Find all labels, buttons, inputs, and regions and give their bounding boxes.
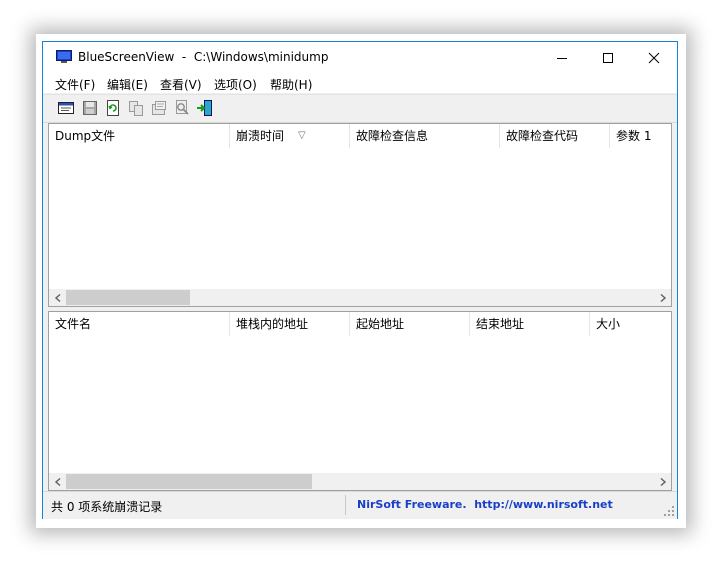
chevron-left-icon <box>54 477 60 486</box>
menu-file[interactable]: 文件(F) <box>55 76 95 93</box>
scroll-left-button[interactable] <box>49 289 66 306</box>
menu-bar: 文件(F) 编辑(E) 查看(V) 选项(O) 帮助(H) <box>43 73 677 93</box>
column-address-in-stack[interactable]: 堆栈内的地址 <box>230 312 350 336</box>
driver-list-pane[interactable]: 文件名 堆栈内的地址 起始地址 结束地址 大小 <box>48 311 672 491</box>
driver-list-header: 文件名 堆栈内的地址 起始地址 结束地址 大小 <box>49 312 671 336</box>
chevron-right-icon <box>660 293 666 302</box>
column-size[interactable]: 大小 <box>590 312 671 336</box>
chevron-left-icon <box>54 293 60 302</box>
maximize-icon <box>603 52 613 63</box>
close-button[interactable] <box>631 42 677 73</box>
crash-list-pane[interactable]: Dump文件 崩溃时间 ▽ 故障检查信息 故障检查代码 参数 1 <box>48 123 672 307</box>
search-icon[interactable] <box>173 99 191 117</box>
menu-edit[interactable]: 编辑(E) <box>107 76 148 93</box>
column-crash-time[interactable]: 崩溃时间 ▽ <box>230 124 350 148</box>
window-title: BlueScreenView - C:\Windows\minidump <box>78 50 329 64</box>
properties-icon[interactable] <box>150 99 168 117</box>
exit-icon[interactable] <box>196 99 214 117</box>
crash-list-scroll-thumb[interactable] <box>66 290 190 305</box>
column-from-address[interactable]: 起始地址 <box>350 312 470 336</box>
column-filename[interactable]: 文件名 <box>49 312 230 336</box>
copy-icon[interactable] <box>127 99 145 117</box>
column-crash-time-label: 崩溃时间 <box>236 129 285 143</box>
html-report-icon[interactable] <box>57 99 75 117</box>
status-separator <box>345 495 346 515</box>
minimize-icon <box>557 57 567 59</box>
main-window: BlueScreenView - C:\Windows\minidump 文件(… <box>42 41 678 519</box>
crash-list-header: Dump文件 崩溃时间 ▽ 故障检查信息 故障检查代码 参数 1 <box>49 124 671 148</box>
close-icon <box>648 52 660 63</box>
driver-list-hscrollbar[interactable] <box>49 473 671 490</box>
column-parameter-1[interactable]: 参数 1 <box>610 124 671 148</box>
scroll-right-button[interactable] <box>654 473 671 490</box>
scroll-left-button[interactable] <box>49 473 66 490</box>
nirsoft-link[interactable]: NirSoft Freeware. http://www.nirsoft.net <box>357 498 613 511</box>
column-to-address[interactable]: 结束地址 <box>470 312 590 336</box>
menu-help[interactable]: 帮助(H) <box>270 76 312 93</box>
menu-options[interactable]: 选项(O) <box>214 76 257 93</box>
driver-list-scroll-thumb[interactable] <box>66 474 312 489</box>
refresh-icon[interactable] <box>104 99 122 117</box>
minimize-button[interactable] <box>539 42 585 73</box>
crash-list-hscrollbar[interactable] <box>49 289 671 306</box>
scroll-right-button[interactable] <box>654 289 671 306</box>
column-dump-file[interactable]: Dump文件 <box>49 124 230 148</box>
status-bar: 共 0 项系统崩溃记录 NirSoft Freeware. http://www… <box>43 491 677 519</box>
maximize-button[interactable] <box>585 42 631 73</box>
menu-view[interactable]: 查看(V) <box>160 76 202 93</box>
save-icon[interactable] <box>81 99 99 117</box>
chevron-right-icon <box>660 477 666 486</box>
status-item-count: 共 0 项系统崩溃记录 <box>51 500 163 514</box>
column-bugcheck-string[interactable]: 故障检查信息 <box>350 124 500 148</box>
resize-grip-icon[interactable] <box>663 505 675 517</box>
column-bugcheck-code[interactable]: 故障检查代码 <box>500 124 610 148</box>
toolbar <box>43 94 677 123</box>
app-icon <box>56 50 72 63</box>
sort-descending-icon: ▽ <box>298 130 306 141</box>
title-bar[interactable]: BlueScreenView - C:\Windows\minidump <box>43 42 677 73</box>
